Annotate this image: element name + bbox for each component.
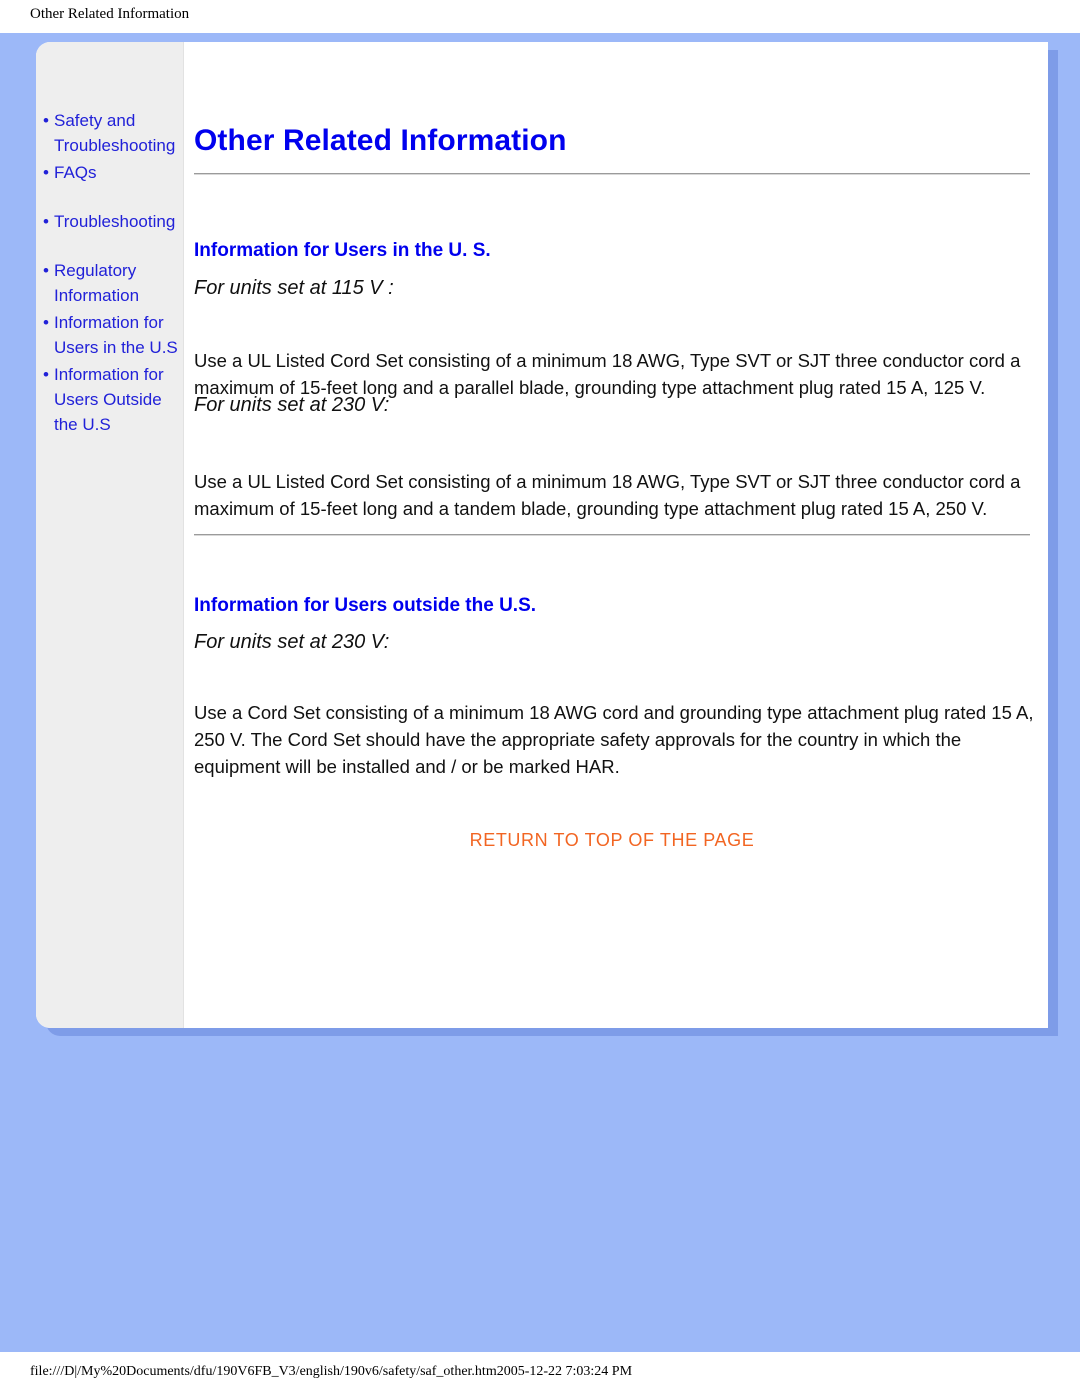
divider-top bbox=[194, 173, 1030, 175]
print-header-title: Other Related Information bbox=[30, 6, 190, 22]
sidebar-item-regulatory-information[interactable]: • Regulatory Information bbox=[36, 258, 184, 308]
sidebar-item-information-for-users-in-the-us[interactable]: • Information for Users in the U.S bbox=[36, 310, 184, 360]
bullet-icon: • bbox=[43, 261, 49, 280]
sidebar: • Safety and Troubleshooting • FAQs • Tr… bbox=[36, 42, 184, 1028]
main-content: Other Related Information Information fo… bbox=[184, 42, 1048, 1028]
paragraph-230v-outside-us: Use a Cord Set consisting of a minimum 1… bbox=[194, 701, 1034, 777]
sidebar-item-label: Safety and Troubleshooting bbox=[54, 111, 176, 155]
sidebar-item-troubleshooting[interactable]: • Troubleshooting bbox=[36, 209, 184, 234]
sidebar-item-label: FAQs bbox=[54, 163, 97, 182]
sidebar-item-information-for-users-outside-the-us[interactable]: • Information for Users Outside the U.S bbox=[36, 362, 184, 437]
sidebar-item-label: Information for Users Outside the U.S bbox=[54, 365, 164, 434]
paragraph-115v: Use a UL Listed Cord Set consisting of a… bbox=[194, 349, 1021, 398]
bullet-icon: • bbox=[43, 111, 49, 130]
sidebar-nav: • Safety and Troubleshooting • FAQs • Tr… bbox=[36, 108, 184, 439]
subheading-230v-outside-us: For units set at 230 V: bbox=[194, 631, 390, 653]
bullet-icon: • bbox=[43, 365, 49, 384]
subheading-230v-us: For units set at 230 V: bbox=[194, 394, 390, 416]
divider-middle bbox=[194, 534, 1030, 536]
sidebar-item-label: Troubleshooting bbox=[54, 212, 176, 231]
sidebar-item-label: Information for Users in the U.S bbox=[54, 313, 178, 357]
print-footer: file:///D|/My%20Documents/dfu/190V6FB_V3… bbox=[0, 1352, 1080, 1397]
sidebar-group-3: • Regulatory Information • Information f… bbox=[36, 258, 184, 437]
sidebar-item-safety-and-troubleshooting[interactable]: • Safety and Troubleshooting bbox=[36, 108, 184, 158]
paragraph-230v-us: Use a UL Listed Cord Set consisting of a… bbox=[194, 470, 1021, 519]
return-to-top-link[interactable]: RETURN TO TOP OF THE PAGE bbox=[184, 830, 1040, 851]
section-heading-users-in-us: Information for Users in the U. S. bbox=[194, 239, 491, 261]
print-footer-url: file:///D|/My%20Documents/dfu/190V6FB_V3… bbox=[30, 1364, 633, 1379]
sidebar-item-label: Regulatory Information bbox=[54, 261, 140, 305]
bullet-icon: • bbox=[43, 313, 49, 332]
bullet-icon: • bbox=[43, 212, 49, 231]
section-heading-users-outside-us: Information for Users outside the U.S. bbox=[194, 594, 537, 616]
bullet-icon: • bbox=[43, 163, 49, 182]
print-header: Other Related Information bbox=[0, 0, 1080, 33]
content-card: • Safety and Troubleshooting • FAQs • Tr… bbox=[36, 42, 1048, 1028]
sidebar-group-1: • Safety and Troubleshooting • FAQs bbox=[36, 108, 184, 185]
page-title: Other Related Information bbox=[194, 124, 567, 158]
subheading-115v: For units set at 115 V : bbox=[194, 277, 394, 299]
sidebar-item-faqs[interactable]: • FAQs bbox=[36, 160, 184, 185]
sidebar-group-2: • Troubleshooting bbox=[36, 209, 184, 234]
